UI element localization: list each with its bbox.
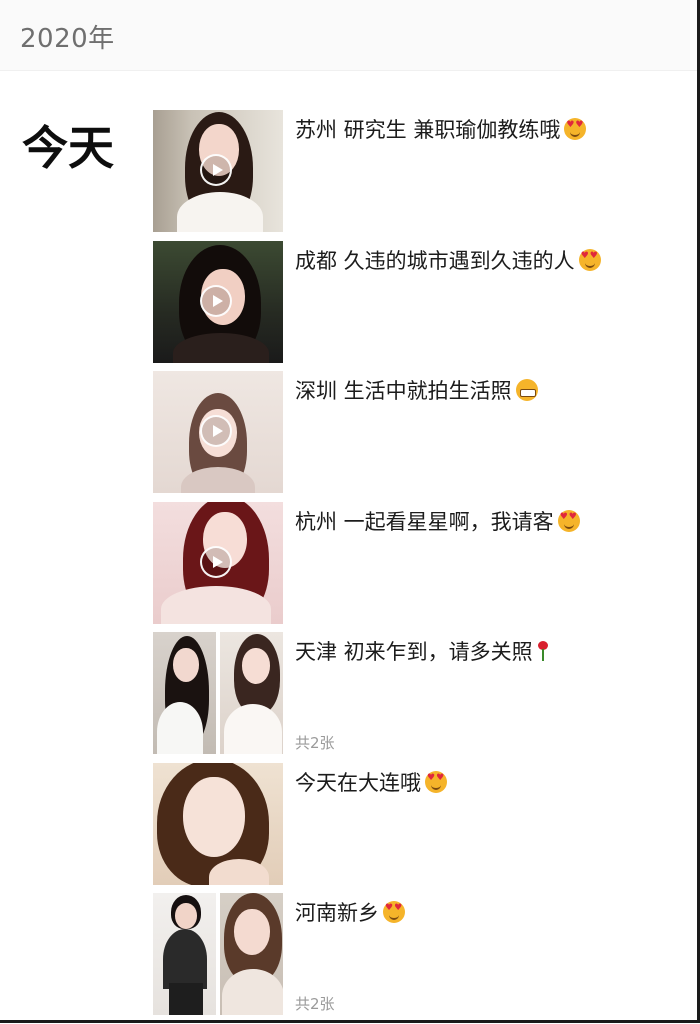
heart-eyes-emoji-icon	[578, 248, 601, 271]
photo-thumbnail[interactable]	[153, 762, 283, 885]
video-thumbnail[interactable]	[153, 240, 283, 363]
post-item[interactable]: 杭州 一起看星星啊，我请客	[153, 501, 693, 633]
play-icon	[200, 284, 232, 317]
photo-thumbnail-grid[interactable]	[153, 632, 283, 754]
post-item[interactable]: 天津 初来乍到，请多关照 共2张	[153, 632, 693, 763]
post-item[interactable]: 成都 久违的城市遇到久违的人	[153, 240, 693, 372]
post-item[interactable]: 今天在大连哦	[153, 762, 693, 894]
photo-count: 共2张	[295, 734, 335, 752]
photo-thumbnail[interactable]	[153, 893, 216, 1015]
play-icon	[200, 545, 232, 578]
heart-eyes-emoji-icon	[557, 509, 580, 532]
rose-emoji-icon	[537, 640, 549, 662]
year-header: 2020年	[0, 0, 697, 71]
heart-eyes-emoji-icon	[564, 118, 587, 140]
post-caption[interactable]: 河南新乡	[295, 897, 405, 927]
photo-thumbnail[interactable]	[220, 893, 283, 1015]
post-caption[interactable]: 深圳 生活中就拍生活照	[295, 375, 538, 405]
moments-album-page: 2020年 今天 苏州 研究生 兼职瑜伽教练哦 成都 久违的	[0, 0, 700, 1023]
day-label: 今天	[22, 121, 114, 175]
post-caption[interactable]: 杭州 一起看星星啊，我请客	[295, 506, 580, 536]
play-icon	[200, 154, 232, 186]
photo-thumbnail[interactable]	[220, 632, 283, 754]
grin-emoji-icon	[515, 379, 538, 401]
photo-count: 共2张	[295, 995, 335, 1013]
video-thumbnail[interactable]	[153, 371, 283, 493]
post-feed: 苏州 研究生 兼职瑜伽教练哦 成都 久违的城市遇到久违的人 深圳 生	[153, 110, 693, 1024]
post-caption[interactable]: 苏州 研究生 兼职瑜伽教练哦	[295, 114, 587, 144]
year-label: 2020年	[20, 24, 115, 54]
post-caption[interactable]: 成都 久违的城市遇到久违的人	[295, 245, 601, 275]
post-item[interactable]: 苏州 研究生 兼职瑜伽教练哦	[153, 110, 693, 241]
video-thumbnail[interactable]	[153, 501, 283, 624]
heart-eyes-emoji-icon	[383, 901, 405, 923]
video-thumbnail[interactable]	[153, 110, 283, 232]
play-icon	[200, 415, 232, 447]
post-item[interactable]: 河南新乡 共2张	[153, 893, 693, 1024]
post-caption[interactable]: 今天在大连哦	[295, 767, 447, 797]
photo-thumbnail[interactable]	[153, 632, 216, 754]
post-caption[interactable]: 天津 初来乍到，请多关照	[295, 636, 549, 666]
photo-thumbnail-grid[interactable]	[153, 893, 283, 1015]
post-item[interactable]: 深圳 生活中就拍生活照	[153, 371, 693, 502]
heart-eyes-emoji-icon	[425, 770, 447, 793]
